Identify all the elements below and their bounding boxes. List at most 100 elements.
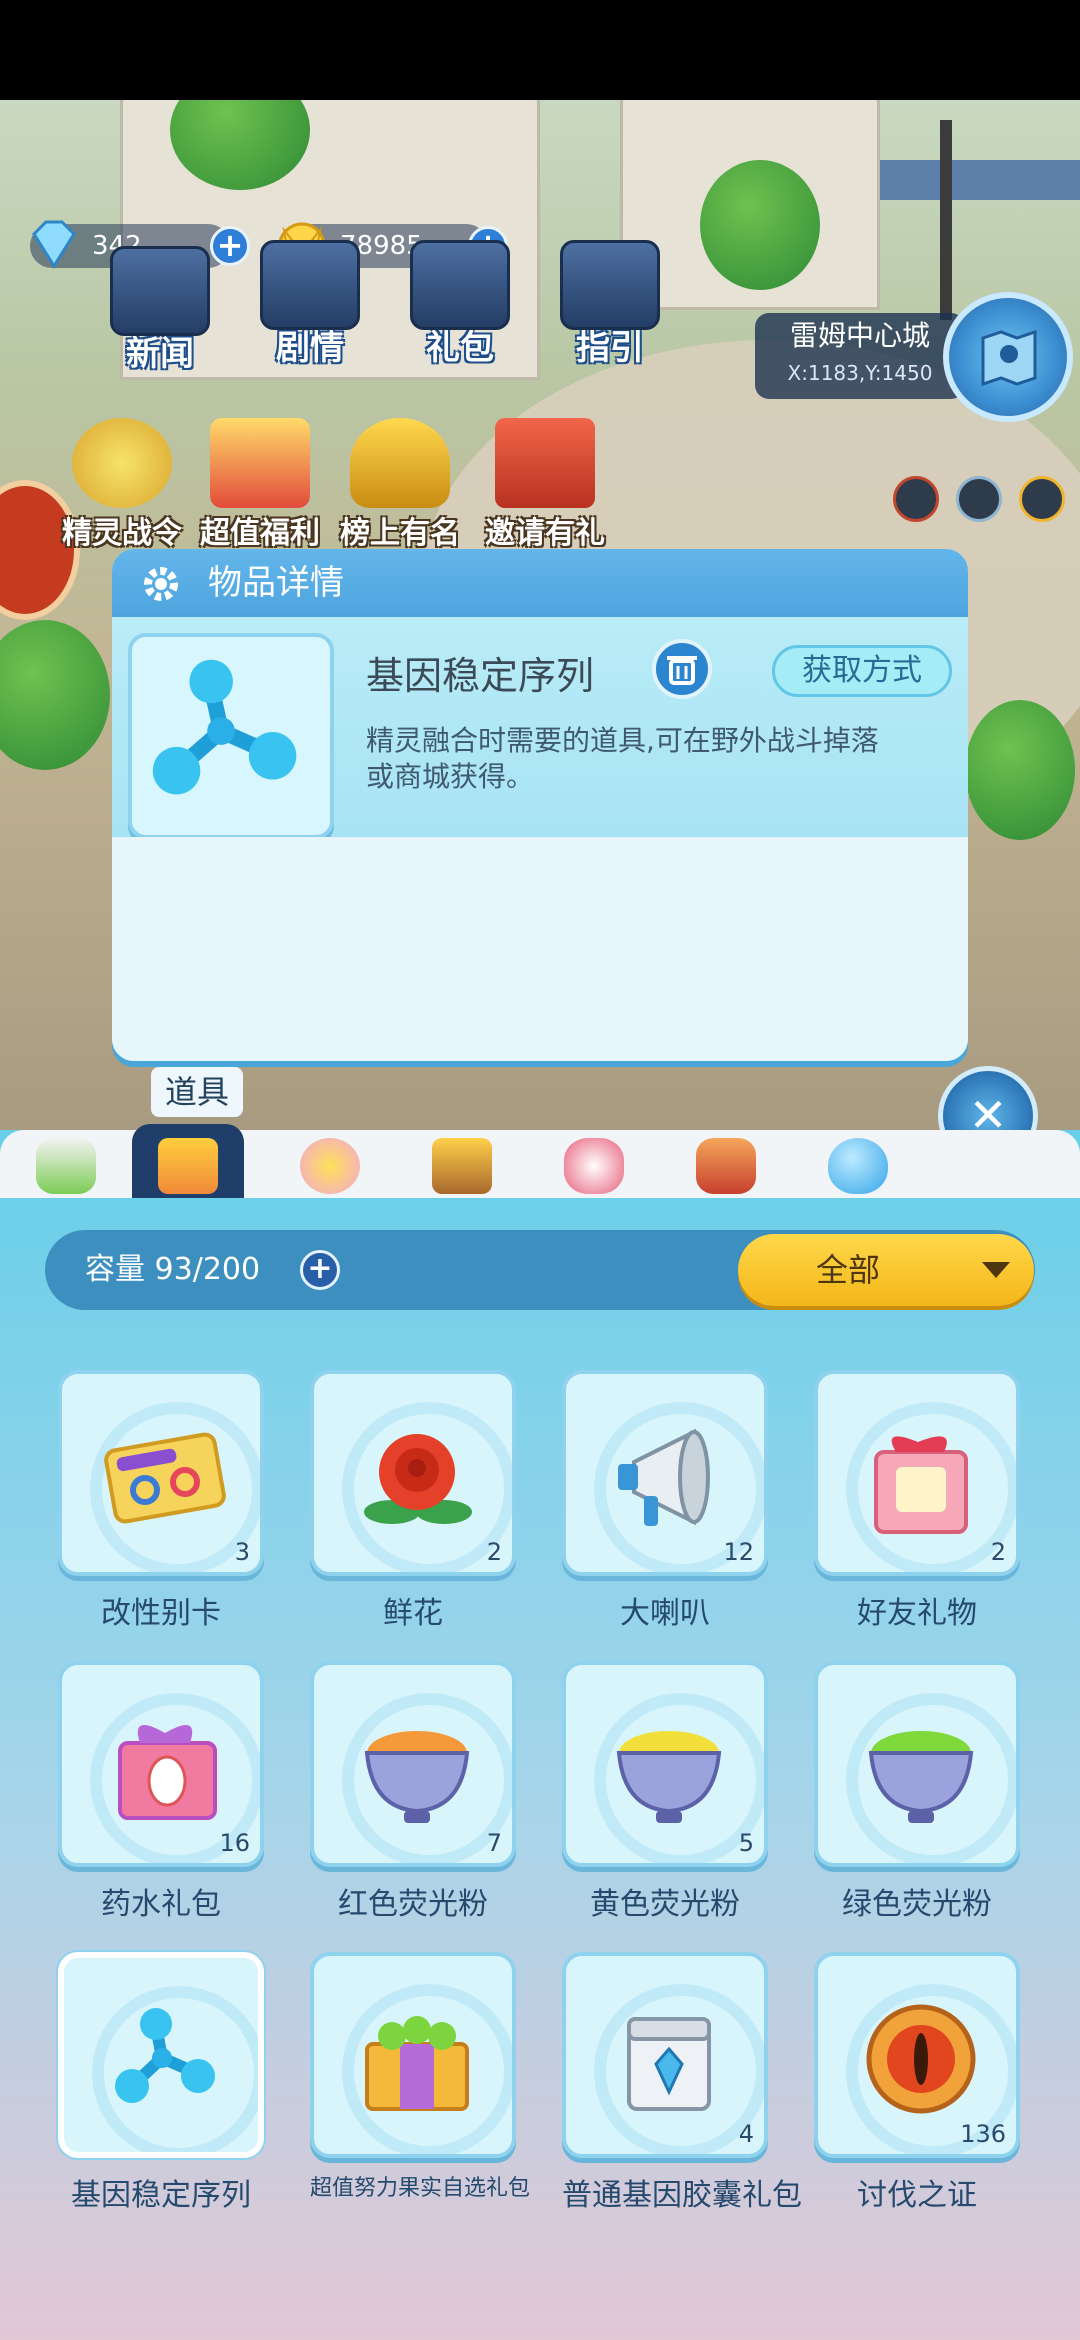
slot-name: 大喇叭 (620, 1596, 710, 1631)
inventory-slot[interactable]: 超值努力果实自选礼包 (310, 1952, 531, 2202)
slot-box: 3 (58, 1370, 264, 1576)
tab-items[interactable] (132, 1124, 244, 1198)
rocking-horse-icon (696, 1138, 756, 1194)
story-icon (260, 240, 360, 330)
activity-leaderboard[interactable]: 榜上有名 (330, 418, 470, 552)
inventory-slot-selected[interactable]: 基因稳定序列 (58, 1952, 264, 2214)
inventory-slot[interactable]: 4 普通基因胶囊礼包 (562, 1952, 802, 2214)
inventory-slot[interactable]: 7 红色荧光粉 (310, 1661, 516, 1923)
friend-gift-icon (874, 1436, 968, 1534)
detail-description: 精灵融合时需要的道具,可在野外战斗掉落或商城获得。 (366, 724, 879, 793)
item-detail-panel: 物品详情 基因稳定序列 获取方式 精灵融合时需要的道具,可在野外战斗掉落或商城获… (112, 549, 968, 1061)
activity-invite[interactable]: 邀请有礼 (475, 418, 615, 552)
slot-box: 2 (310, 1370, 516, 1576)
gear-icon (144, 567, 178, 601)
slot-count: 3 (234, 1538, 250, 1566)
slot-count: 12 (723, 1538, 754, 1566)
slot-box (814, 1661, 1020, 1867)
slot-box: 5 (562, 1661, 768, 1867)
inventory-slot[interactable]: 136 讨伐之证 (814, 1952, 1020, 2214)
gender-card-icon (104, 1432, 226, 1524)
slot-name: 鲜花 (383, 1596, 443, 1631)
filter-dropdown[interactable]: 全部 (738, 1234, 1034, 1306)
gift-pack-icon (410, 240, 510, 330)
slot-count: 16 (219, 1829, 250, 1857)
detail-item-name: 基因稳定序列 (366, 654, 595, 698)
diamond-icon (32, 220, 76, 269)
slot-box: 2 (814, 1370, 1020, 1576)
map-button[interactable] (943, 292, 1073, 422)
items-box-icon (158, 1138, 218, 1194)
inventory-slot[interactable]: 12 大喇叭 (562, 1370, 768, 1632)
city-name: 雷姆中心城 (789, 319, 930, 352)
slot-name: 超值努力果实自选礼包 (310, 2176, 531, 2201)
battery-icon (36, 1138, 96, 1194)
detail-extra-area (112, 837, 968, 1061)
detail-header: 物品详情 (112, 549, 968, 617)
tab-magic[interactable] (274, 1130, 386, 1198)
chevron-down-icon (982, 1262, 1010, 1278)
slot-box: 12 (562, 1370, 768, 1576)
trash-icon (667, 656, 697, 685)
slot-box: 7 (310, 1661, 516, 1867)
tab-consumables[interactable] (10, 1130, 122, 1198)
green-glow-powder-icon (868, 1731, 974, 1823)
nav-news[interactable]: 新闻 (100, 246, 220, 375)
scene-tree (0, 620, 110, 770)
plus-icon: + (307, 1251, 333, 1286)
slot-count: 136 (960, 2120, 1006, 2148)
gift-box-icon (210, 418, 310, 508)
activity-label: 榜上有名 (340, 516, 460, 551)
slot-box: 4 (562, 1952, 768, 2158)
activity-label: 超值福利 (200, 516, 320, 551)
red-glow-powder-icon (364, 1731, 470, 1823)
expand-capacity-button[interactable]: + (300, 1250, 340, 1290)
pet-icon[interactable] (956, 476, 1002, 522)
slot-name: 基因稳定序列 (71, 2178, 251, 2213)
slot-name: 改性别卡 (101, 1596, 221, 1631)
tab-badges[interactable] (406, 1130, 518, 1198)
inventory-slot[interactable]: 2 鲜花 (310, 1370, 516, 1632)
guide-icon (560, 240, 660, 330)
slot-box: 136 (814, 1952, 1020, 2158)
tab-costume[interactable] (538, 1130, 650, 1198)
slot-name: 普通基因胶囊礼包 (562, 2178, 802, 2213)
slot-box (310, 1952, 516, 2158)
obtain-method-button[interactable]: 获取方式 (772, 645, 952, 697)
discard-button[interactable] (652, 639, 712, 699)
mute-icon[interactable] (893, 476, 939, 522)
battle-pass-icon (72, 418, 172, 508)
inventory-slot[interactable]: 绿色荧光粉 (814, 1661, 1020, 1923)
inventory-slot[interactable]: 5 黄色荧光粉 (562, 1661, 768, 1923)
map-icon (981, 329, 1037, 387)
inventory-slot[interactable]: 2 好友礼物 (814, 1370, 1020, 1632)
slot-name: 讨伐之证 (857, 2178, 977, 2213)
inventory-slot[interactable]: 16 药水礼包 (58, 1661, 264, 1923)
location-box[interactable]: 雷姆中心城 X:1183,Y:1450 (755, 313, 965, 399)
filter-selected: 全部 (815, 1251, 880, 1289)
inventory-slot[interactable]: 3 改性别卡 (58, 1370, 264, 1632)
activity-battle-pass[interactable]: 精灵战令 (52, 418, 192, 552)
nav-guide[interactable]: 指引 (550, 240, 670, 369)
activity-welfare[interactable]: 超值福利 (190, 418, 330, 552)
tab-eggs[interactable] (802, 1130, 914, 1198)
slot-name: 红色荧光粉 (338, 1887, 488, 1922)
tab-mounts[interactable] (670, 1130, 782, 1198)
active-tab-tooltip: 道具 (151, 1067, 243, 1117)
activity-label: 精灵战令 (62, 516, 182, 551)
menu-icon[interactable] (1019, 476, 1065, 522)
scene-tree (700, 160, 820, 290)
slot-count: 7 (486, 1829, 502, 1857)
slot-count: 2 (990, 1538, 1006, 1566)
potion-pack-icon (118, 1725, 217, 1820)
nav-story[interactable]: 剧情 (250, 240, 370, 369)
magic-wand-icon (300, 1138, 360, 1194)
category-tabs (0, 1124, 1080, 1198)
yellow-glow-powder-icon (616, 1731, 722, 1823)
detail-item-image (128, 633, 334, 839)
gene-sequence-icon (115, 2008, 215, 2103)
slot-count: 2 (486, 1538, 502, 1566)
nav-gift-pack[interactable]: 礼包 (400, 240, 520, 369)
rose-icon (364, 1434, 472, 1524)
news-icon (110, 246, 210, 336)
